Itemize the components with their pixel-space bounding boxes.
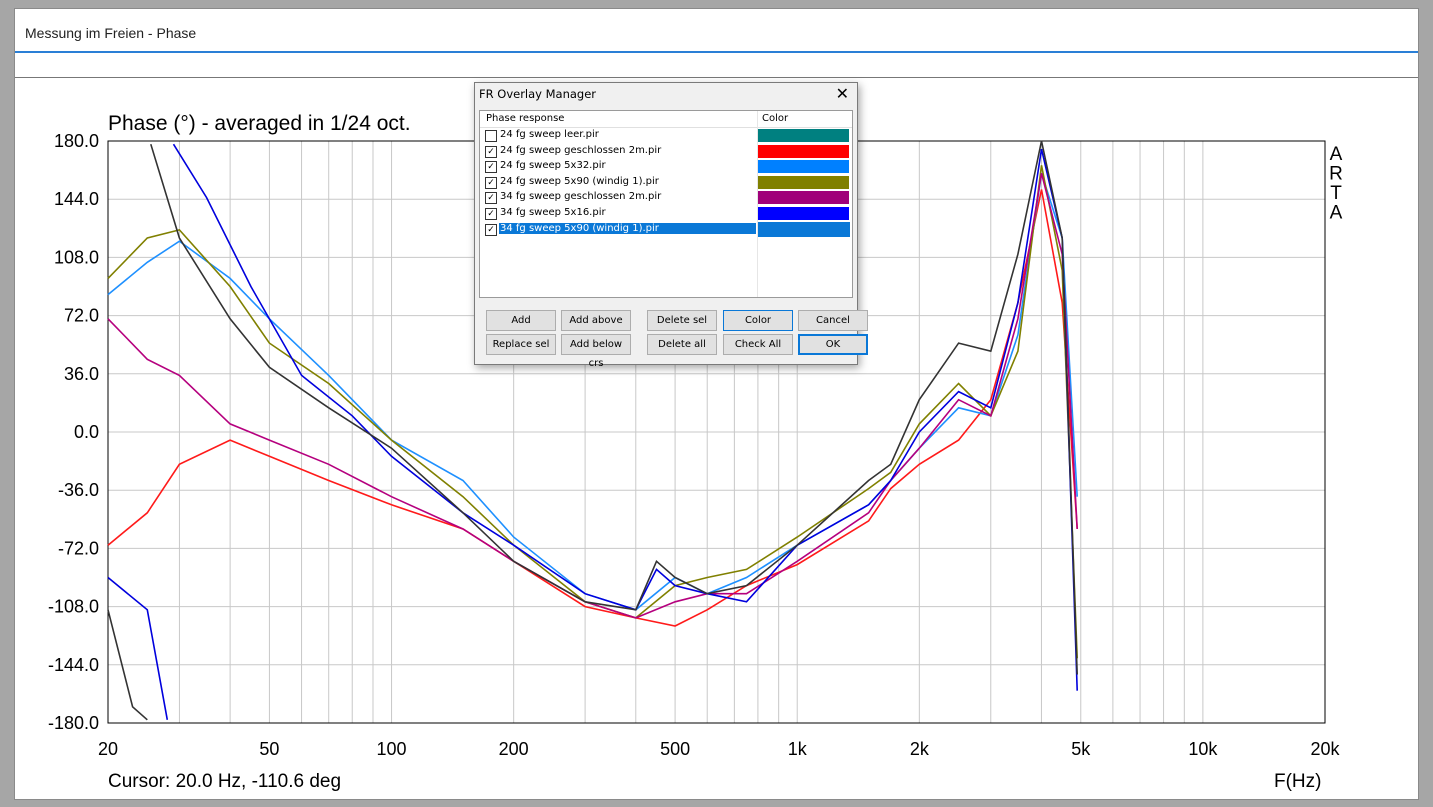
chart-title: Phase (°) - averaged in 1/24 oct. (108, 112, 411, 135)
overlay-checkbox[interactable]: ✓ (485, 161, 497, 174)
add-above-cursor-button[interactable]: Add above crs (561, 310, 631, 345)
overlay-color-swatch[interactable] (758, 129, 849, 142)
list-header: Phase response Color (480, 111, 852, 128)
dialog-title: FR Overlay Manager (479, 87, 597, 101)
overlay-list-item[interactable]: ✓ 24 fg sweep 5x32.pir (480, 159, 852, 175)
color-button[interactable]: Color (723, 310, 793, 331)
header-color: Color (762, 113, 789, 124)
y-tick-label: -72.0 (58, 538, 99, 558)
x-tick-label: 1k (788, 739, 808, 759)
watermark-letter: A (1330, 144, 1343, 165)
add-button[interactable]: Add (486, 310, 556, 331)
y-tick-label: -36.0 (58, 480, 99, 500)
overlay-checkbox[interactable]: ✓ (485, 145, 497, 158)
overlay-file-name: 24 fg sweep 5x90 (windig 1).pir (500, 175, 659, 187)
overlay-color-swatch[interactable] (758, 160, 849, 174)
overlay-color-swatch[interactable] (758, 175, 849, 189)
overlay-list-item[interactable]: ✓ 34 fg sweep 5x90 (windig 1).pir (480, 221, 852, 238)
header-phase-response: Phase response (486, 113, 565, 124)
overlay-color-swatch[interactable] (758, 207, 849, 220)
overlay-color-swatch[interactable] (758, 144, 849, 158)
overlay-file-name: 34 fg sweep 5x16.pir (500, 207, 606, 218)
overlay-list-item[interactable]: ✓ 34 fg sweep geschlossen 2m.pir (480, 190, 852, 206)
overlay-checkbox[interactable] (485, 130, 497, 142)
x-tick-label: 10k (1188, 739, 1218, 759)
overlay-list-item[interactable]: 24 fg sweep leer.pir (480, 128, 852, 144)
overlay-file-name: 24 fg sweep leer.pir (500, 129, 599, 140)
watermark-letter: T (1330, 183, 1342, 204)
overlay-list-item[interactable]: ✓ 34 fg sweep 5x16.pir (480, 206, 852, 222)
close-icon[interactable]: ✕ (836, 84, 849, 103)
ok-button[interactable]: OK (798, 334, 868, 355)
overlay-list[interactable]: Phase response Color 24 fg sweep leer.pi… (479, 110, 853, 298)
y-tick-label: 144.0 (54, 189, 99, 209)
y-tick-label: -144.0 (48, 655, 99, 675)
x-tick-label: 20k (1310, 739, 1340, 759)
overlay-file-name: 34 fg sweep 5x90 (windig 1).pir (499, 222, 756, 234)
y-tick-label: 108.0 (54, 247, 99, 267)
add-below-cursor-button[interactable]: Add below crs (561, 334, 631, 369)
overlay-list-item[interactable]: ✓ 24 fg sweep geschlossen 2m.pir (480, 144, 852, 160)
replace-selected-button[interactable]: Replace sel (486, 334, 556, 355)
y-tick-label: 72.0 (64, 306, 99, 326)
watermark-letter: A (1330, 203, 1343, 224)
overlay-checkbox[interactable]: ✓ (485, 192, 497, 205)
x-tick-label: 100 (377, 739, 407, 759)
cancel-button[interactable]: Cancel (798, 310, 868, 331)
overlay-checkbox[interactable]: ✓ (485, 223, 497, 236)
overlay-file-name: 34 fg sweep geschlossen 2m.pir (500, 191, 662, 203)
x-axis-label: F(Hz) (1274, 771, 1321, 792)
overlay-color-swatch[interactable] (758, 191, 849, 205)
y-tick-label: 36.0 (64, 364, 99, 384)
delete-selected-button[interactable]: Delete sel (647, 310, 717, 331)
x-tick-label: 50 (259, 739, 279, 759)
selection-highlight (758, 221, 850, 237)
overlay-checkbox[interactable]: ✓ (485, 208, 497, 220)
y-tick-label: -108.0 (48, 597, 99, 617)
overlay-file-name: 24 fg sweep 5x32.pir (500, 160, 606, 172)
watermark-letter: R (1329, 164, 1343, 185)
y-tick-label: 0.0 (74, 422, 99, 442)
overlay-list-item[interactable]: ✓ 24 fg sweep 5x90 (windig 1).pir (480, 175, 852, 191)
cursor-readout: Cursor: 20.0 Hz, -110.6 deg (108, 771, 341, 792)
delete-all-button[interactable]: Delete all (647, 334, 717, 355)
x-tick-label: 5k (1071, 739, 1091, 759)
overlay-manager-dialog: FR Overlay Manager ✕ Phase response Colo… (474, 82, 868, 369)
x-tick-label: 20 (98, 739, 118, 759)
y-tick-label: 180.0 (54, 131, 99, 151)
y-tick-label: -180.0 (48, 713, 99, 733)
check-all-button[interactable]: Check All (723, 334, 793, 355)
x-tick-label: 2k (910, 739, 930, 759)
overlay-file-name: 24 fg sweep geschlossen 2m.pir (500, 144, 662, 156)
x-tick-label: 500 (660, 739, 690, 759)
x-tick-label: 200 (499, 739, 529, 759)
overlay-checkbox[interactable]: ✓ (485, 176, 497, 189)
